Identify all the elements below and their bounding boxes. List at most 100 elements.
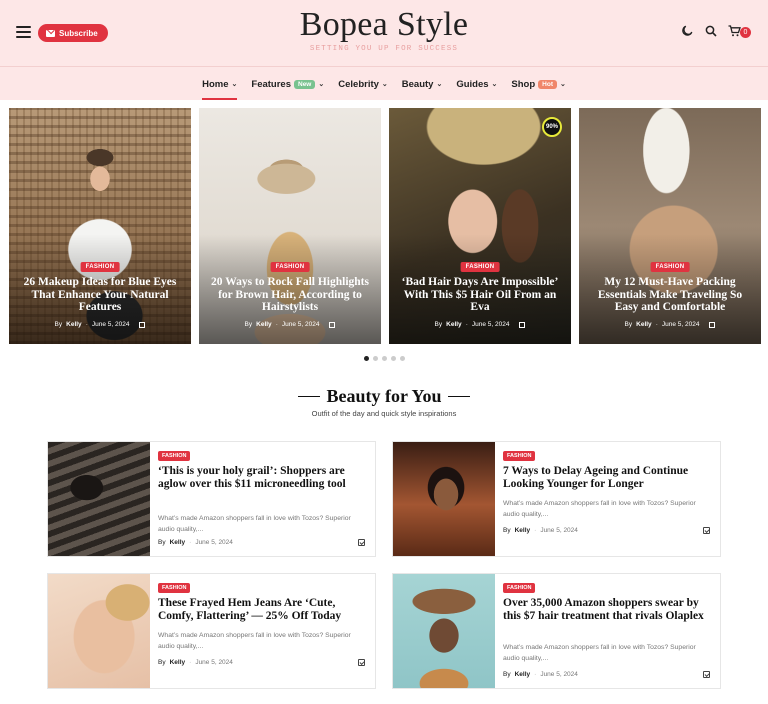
meta-separator: · [189,539,192,546]
slide-meta: By Kelly · June 5, 2024 [199,321,381,328]
slide-card[interactable]: FASHION 20 Ways to Rock Fall Highlights … [199,108,381,344]
bookmark-icon[interactable] [139,321,146,328]
nav-item-features[interactable]: Features New ⌄ [251,77,324,91]
meta-by: By [624,321,633,328]
article-title[interactable]: These Frayed Hem Jeans Are ‘Cute, Comfy,… [158,597,365,622]
article-excerpt: What’s made Amazon shoppers fall in love… [503,644,696,662]
article-card[interactable]: FASHION These Frayed Hem Jeans Are ‘Cute… [47,573,376,689]
article-title[interactable]: 7 Ways to Delay Ageing and Continue Look… [503,465,710,490]
main-nav: Home ⌄ Features New ⌄ Celebrity ⌄ Beauty ⌄ … [0,66,768,100]
article-card[interactable]: FASHION 7 Ways to Delay Ageing and Conti… [392,441,721,557]
slider-dot[interactable] [363,356,369,361]
author-link[interactable]: Kelly [256,321,272,328]
article-card[interactable]: FASHION ‘This is your holy grail’: Shopp… [47,441,376,557]
new-badge: New [294,79,316,89]
bookmark-icon[interactable] [329,321,336,328]
site-tagline: SETTING YOU UP FOR SUCCESS [309,45,459,53]
article-meta: By Kelly · June 5, 2024 [503,671,578,678]
nav-item-celebrity[interactable]: Celebrity ⌄ [338,77,388,91]
search-icon[interactable] [704,24,718,38]
category-badge[interactable]: FASHION [503,583,536,593]
category-badge[interactable]: FASHION [158,451,191,461]
post-date: June 5, 2024 [540,527,578,534]
meta-separator: · [85,321,88,328]
slider-pagination [0,356,768,361]
chevron-down-icon: ⌄ [491,81,498,88]
category-badge[interactable]: FASHION [650,262,690,272]
category-badge[interactable]: FASHION [503,451,536,461]
meta-by: By [54,321,63,328]
category-badge[interactable]: FASHION [80,262,120,272]
chevron-down-icon: ⌄ [436,81,443,88]
author-link[interactable]: Kelly [170,659,186,666]
bookmark-icon[interactable] [519,321,526,328]
article-excerpt: What’s made Amazon shoppers fall in love… [158,632,351,650]
article-meta: By Kelly · June 5, 2024 [158,659,233,666]
author-link[interactable]: Kelly [66,321,82,328]
moon-icon[interactable] [680,24,694,38]
post-date: June 5, 2024 [661,321,700,328]
bookmark-icon[interactable] [709,321,716,328]
nav-menu: Home ⌄ Features New ⌄ Celebrity ⌄ Beauty ⌄ … [0,77,768,100]
author-link[interactable]: Kelly [515,527,531,534]
slide-title[interactable]: 20 Ways to Rock Fall Highlights for Brow… [207,276,373,314]
category-badge[interactable]: FASHION [270,262,310,272]
article-title[interactable]: Over 35,000 Amazon shoppers swear by thi… [503,597,710,622]
nav-label: Features [251,78,291,90]
hot-badge: Hot [538,79,558,89]
article-meta: By Kelly · June 5, 2024 [158,539,233,546]
nav-item-home[interactable]: Home ⌄ [202,77,238,100]
category-badge[interactable]: FASHION [158,583,191,593]
slide-card[interactable]: FASHION My 12 Must-Have Packing Essentia… [579,108,761,344]
chevron-down-icon: ⌄ [318,81,325,88]
nav-label: Celebrity [338,78,379,90]
meta-separator: · [275,321,278,328]
slide-title[interactable]: 26 Makeup Ideas for Blue Eyes That Enhan… [17,276,183,314]
slide-meta: By Kelly · June 5, 2024 [579,321,761,328]
article-thumbnail[interactable] [393,442,495,556]
nav-item-beauty[interactable]: Beauty ⌄ [402,77,443,91]
bookmark-icon[interactable] [358,659,365,666]
meta-by: By [158,659,166,666]
meta-by: By [503,527,511,534]
slide-card[interactable]: 90% FASHION ‘Bad Hair Days Are Impossibl… [389,108,571,344]
site-logo[interactable]: Bopea Style [0,6,768,44]
section-title: Beauty for You [326,386,442,406]
nav-label: Shop [511,78,536,90]
article-thumbnail[interactable] [393,574,495,688]
author-link[interactable]: Kelly [170,539,186,546]
bookmark-icon[interactable] [703,527,710,534]
slide-title[interactable]: ‘Bad Hair Days Are Impossible’ With This… [397,276,563,314]
nav-item-guides[interactable]: Guides ⌄ [456,77,497,91]
section-subtitle: Outfit of the day and quick style inspir… [311,409,457,418]
article-card[interactable]: FASHION Over 35,000 Amazon shoppers swea… [392,573,721,689]
post-date: June 5, 2024 [281,321,320,328]
bookmark-icon[interactable] [358,539,365,546]
author-link[interactable]: Kelly [446,321,462,328]
chevron-down-icon: ⌄ [560,81,566,88]
author-link[interactable]: Kelly [515,671,531,678]
featured-slider: FASHION 26 Makeup Ideas for Blue Eyes Th… [9,108,761,344]
article-thumbnail[interactable] [48,574,150,688]
slider-dot[interactable] [381,356,387,361]
slide-card[interactable]: FASHION 26 Makeup Ideas for Blue Eyes Th… [9,108,191,344]
post-date: June 5, 2024 [195,539,233,546]
nav-label: Guides [456,78,489,90]
bookmark-icon[interactable] [703,671,710,678]
meta-by: By [503,671,511,678]
slider-dot[interactable] [372,356,378,361]
post-date: June 5, 2024 [471,321,510,328]
meta-by: By [158,539,166,546]
meta-separator: · [465,321,468,328]
article-excerpt: What’s made Amazon shoppers fall in love… [158,515,351,533]
nav-item-shop[interactable]: Shop Hot ⌄ [511,77,565,91]
article-title[interactable]: ‘This is your holy grail’: Shoppers are … [158,465,365,490]
author-link[interactable]: Kelly [636,321,652,328]
meta-by: By [434,321,443,328]
slide-title[interactable]: My 12 Must-Have Packing Essentials Make … [587,276,753,314]
category-badge[interactable]: FASHION [460,262,500,272]
slider-dot[interactable] [390,356,396,361]
section-heading: Beauty for You [0,386,768,407]
article-thumbnail[interactable] [48,442,150,556]
slider-dot[interactable] [399,356,405,361]
